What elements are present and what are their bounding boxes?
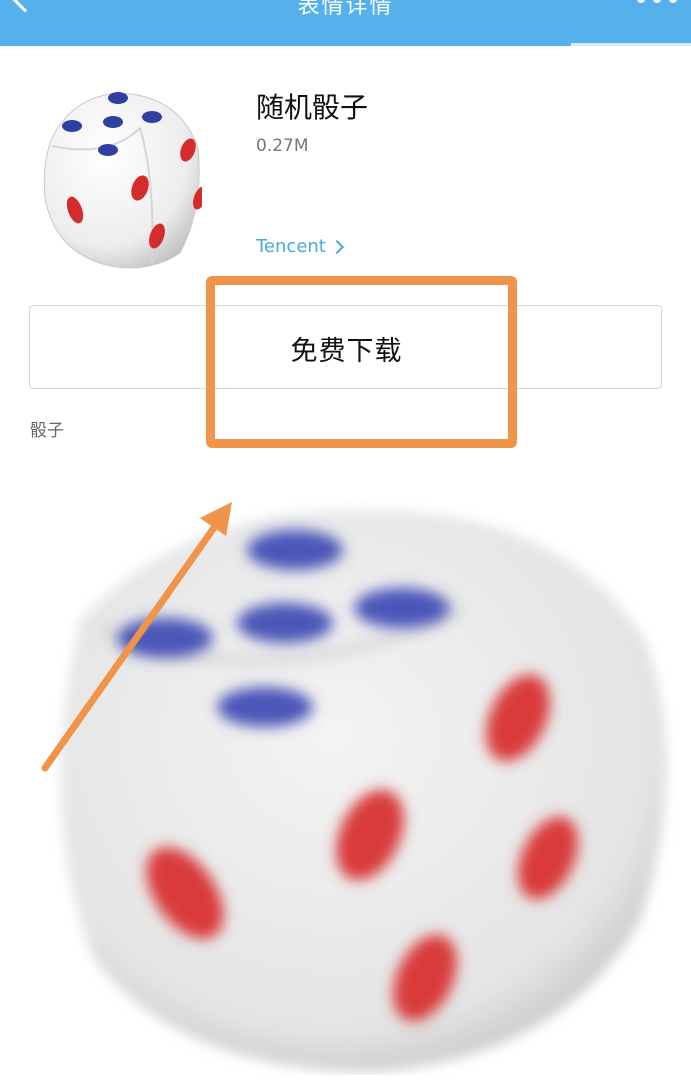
annotation-arrow-icon <box>41 502 232 772</box>
sticker-tag: 骰子 <box>30 421 64 441</box>
sticker-size: 0.27M <box>256 136 309 156</box>
download-button[interactable]: 免费下载 <box>29 305 662 389</box>
loading-progress <box>571 43 691 46</box>
page-title: 表情详情 <box>297 0 394 19</box>
chevron-right-icon <box>329 239 344 254</box>
more-dots-icon[interactable] <box>637 0 677 6</box>
dice-icon <box>43 92 202 269</box>
sticker-name: 随机骰子 <box>256 91 369 124</box>
author-link[interactable]: Tencent <box>256 236 344 257</box>
download-label: 免费下载 <box>290 335 403 367</box>
top-bar: 表情详情 <box>0 0 691 46</box>
author-name: Tencent <box>256 236 326 257</box>
